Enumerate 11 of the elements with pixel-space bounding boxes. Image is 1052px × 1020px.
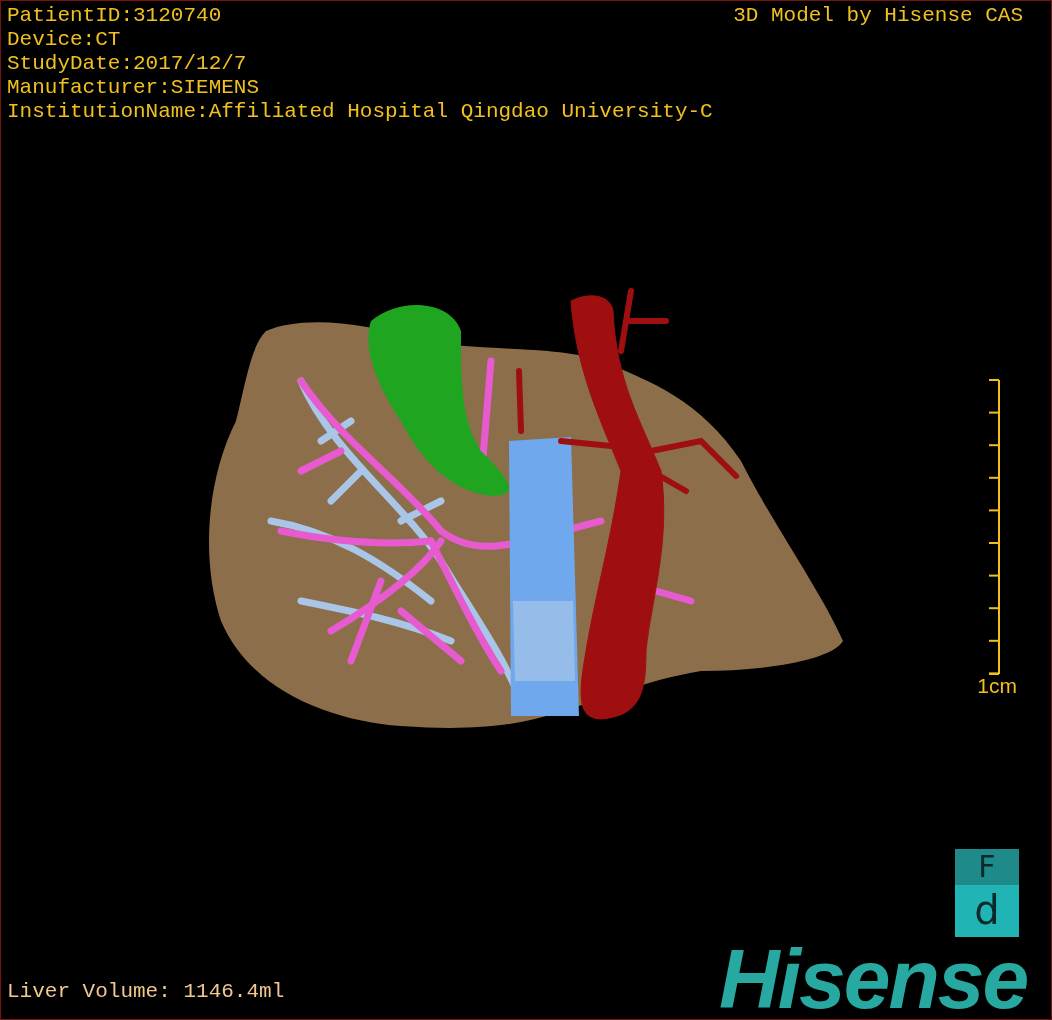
logo-badge-top: F — [955, 849, 1019, 885]
brand-wordmark: Hisense — [719, 937, 1028, 1019]
scale-label: 1cm — [977, 675, 1017, 697]
study-info-text: InstitutionName:Affiliated Hospital Qingdao University-C — [7, 100, 713, 124]
credit-text: 3D Model by Hisense CAS — [733, 4, 1023, 28]
study-info-text: Device:CT — [7, 28, 121, 52]
logo-badge-bottom: d — [955, 885, 1019, 937]
study-info-text: StudyDate:2017/12/7 — [7, 52, 247, 76]
study-info-text: Manufacturer:SIEMENS — [7, 76, 260, 100]
liver-volume-text: Liver Volume: 1146.4ml — [7, 979, 285, 1005]
study-info-text: PatientID:3120740 — [7, 4, 222, 28]
